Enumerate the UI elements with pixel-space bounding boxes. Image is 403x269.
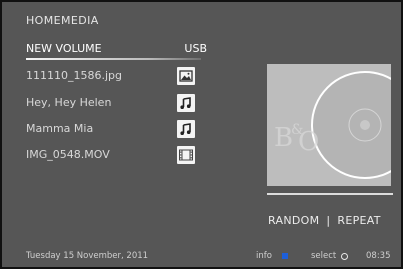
random-button[interactable]: RANDOM xyxy=(268,214,319,227)
list-item[interactable]: Mamma Mia xyxy=(26,119,212,141)
divider xyxy=(267,193,393,195)
volume-highlight-bar xyxy=(26,58,201,60)
file-name: IMG_0548.MOV xyxy=(26,148,110,161)
modes-separator: | xyxy=(326,214,331,227)
film-icon xyxy=(177,146,195,164)
select-circle-icon[interactable] xyxy=(341,253,348,260)
volume-name: NEW VOLUME xyxy=(26,42,102,55)
volume-header[interactable]: NEW VOLUME USB xyxy=(26,40,207,64)
volume-source: USB xyxy=(184,42,207,55)
playback-modes: RANDOM | REPEAT xyxy=(268,214,381,227)
file-name: 111110_1586.jpg xyxy=(26,69,123,82)
list-item[interactable]: 111110_1586.jpg xyxy=(26,66,212,88)
info-square-icon[interactable] xyxy=(282,253,288,259)
repeat-button[interactable]: REPEAT xyxy=(337,214,380,227)
page-title: HOMEMEDIA xyxy=(26,14,99,27)
list-item[interactable]: Hey, Hey Helen xyxy=(26,93,212,115)
date-label: Tuesday 15 November, 2011 xyxy=(26,251,149,261)
svg-text:O: O xyxy=(298,127,319,157)
clock: 08:35 xyxy=(366,251,391,261)
homemedia-screen: HOMEMEDIA NEW VOLUME USB 111110_1586.jpg… xyxy=(0,0,403,269)
image-icon xyxy=(177,67,195,85)
file-name: Hey, Hey Helen xyxy=(26,96,112,109)
music-note-icon xyxy=(177,94,195,112)
file-name: Mamma Mia xyxy=(26,122,94,135)
list-item[interactable]: IMG_0548.MOV xyxy=(26,145,212,167)
info-label: info xyxy=(256,251,272,261)
select-label: select xyxy=(311,251,337,261)
album-art: B & O xyxy=(267,64,391,186)
music-note-icon xyxy=(177,120,195,138)
